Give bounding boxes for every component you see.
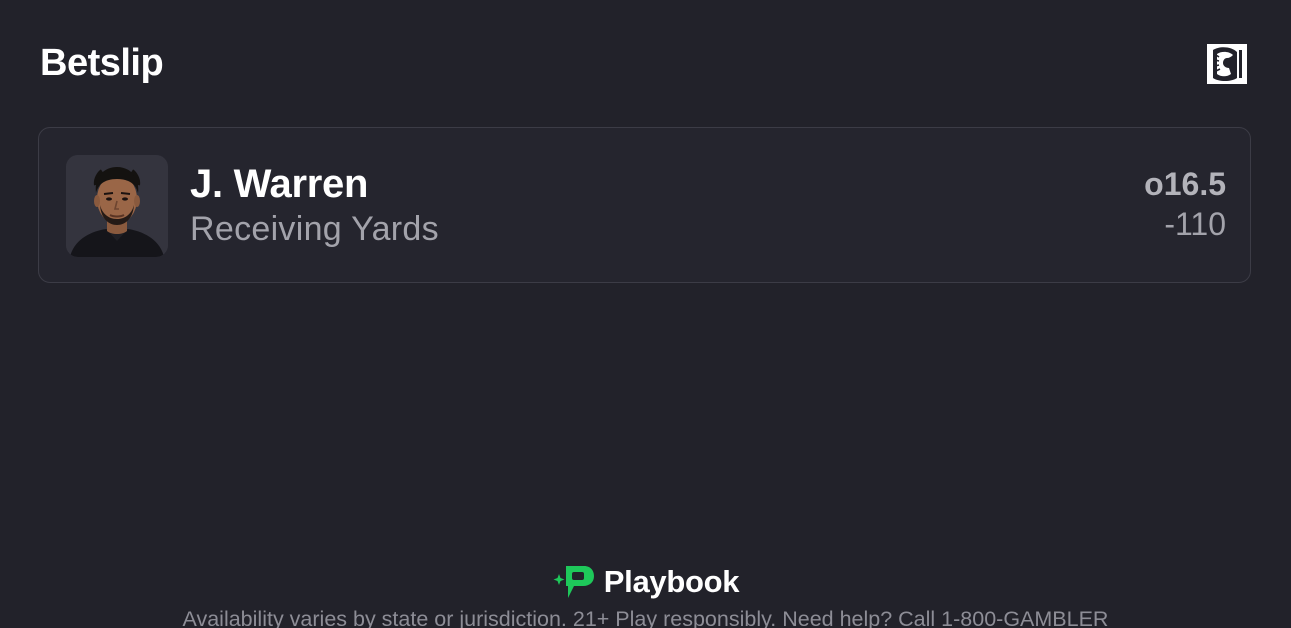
player-avatar <box>66 155 168 257</box>
player-name: J. Warren <box>190 162 369 206</box>
legal-disclaimer: Availability varies by state or jurisdic… <box>182 607 1109 628</box>
playbook-brand: Playbook <box>552 562 740 602</box>
header: Betslip <box>40 38 1247 88</box>
bet-odds: -110 <box>1164 206 1226 242</box>
market-label: Receiving Yards <box>190 210 439 248</box>
bet-selection-card[interactable]: J. Warren Receiving Yards o16.5 -110 <box>38 127 1251 283</box>
lion-logo-icon <box>1207 44 1247 84</box>
footer: Playbook Availability varies by state or… <box>0 562 1291 628</box>
bet-line: o16.5 <box>1144 166 1226 202</box>
playbook-wordmark: Playbook <box>603 564 740 599</box>
playbook-logo-icon <box>552 564 596 600</box>
betslip-page: Betslip J. Warren Receiving Yards o16.5 … <box>0 0 1291 628</box>
page-title: Betslip <box>40 42 164 84</box>
